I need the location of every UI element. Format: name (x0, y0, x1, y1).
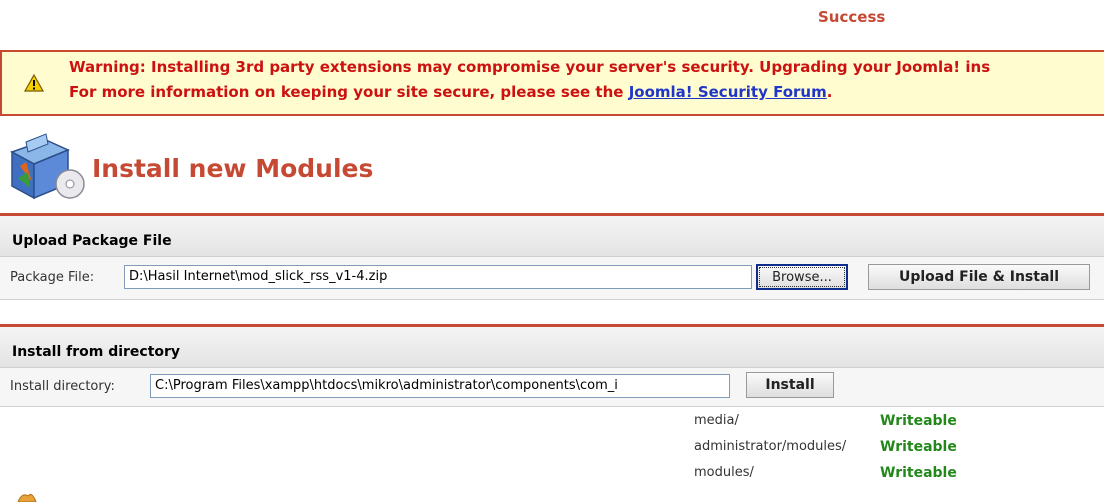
upload-panel-header: Upload Package File (0, 213, 1104, 257)
security-forum-link[interactable]: Joomla! Security Forum (629, 83, 827, 101)
install-directory-label: Install directory: (10, 379, 115, 394)
partial-icon (17, 494, 37, 502)
upload-install-button[interactable]: Upload File & Install (868, 264, 1090, 290)
directory-path: media/ (694, 413, 739, 428)
upload-panel-title: Upload Package File (12, 233, 172, 249)
browse-button[interactable]: Browse... (756, 264, 848, 290)
success-message: Success (818, 8, 886, 26)
directory-panel-title: Install from directory (12, 344, 181, 360)
directory-status: Writeable (880, 413, 957, 429)
directory-panel-header: Install from directory (0, 324, 1104, 368)
directory-path: administrator/modules/ (694, 439, 847, 454)
security-warning: Warning: Installing 3rd party extensions… (0, 50, 1104, 116)
package-file-input[interactable]: D:\Hasil Internet\mod_slick_rss_v1-4.zip (124, 265, 752, 289)
install-button[interactable]: Install (746, 372, 834, 398)
page-title: Install new Modules (92, 154, 374, 183)
install-box-icon (10, 133, 85, 200)
warning-line-1: Warning: Installing 3rd party extensions… (69, 58, 991, 76)
directory-status: Writeable (880, 439, 957, 455)
warning-line-2-text: For more information on keeping your sit… (69, 83, 629, 101)
warning-line-2: For more information on keeping your sit… (69, 83, 832, 101)
upload-panel-row: Package File: D:\Hasil Internet\mod_slic… (0, 257, 1104, 300)
install-directory-input[interactable]: C:\Program Files\xampp\htdocs\mikro\admi… (150, 374, 730, 398)
directory-path: modules/ (694, 465, 754, 480)
warning-line-2-end: . (826, 83, 833, 101)
installer-page: Success Warning: Installing 3rd party ex… (0, 0, 1104, 502)
package-file-label: Package File: (10, 270, 95, 285)
directory-panel-row: Install directory: C:\Program Files\xamp… (0, 368, 1104, 407)
warning-icon (24, 74, 44, 92)
directory-status: Writeable (880, 465, 957, 481)
